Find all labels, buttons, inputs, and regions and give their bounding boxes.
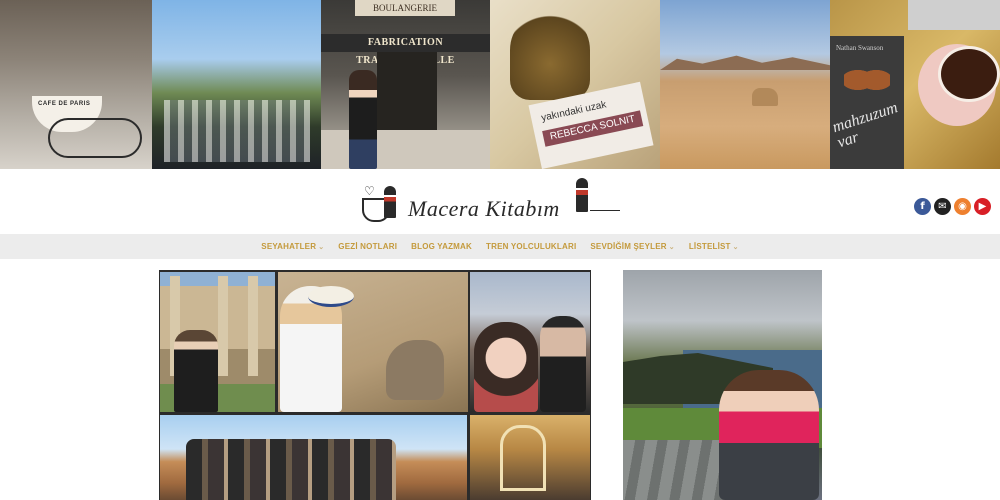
shop-pavement [321, 130, 490, 169]
kangaroo-figure [386, 340, 444, 400]
nav-item-tren-yolculuklari[interactable]: TREN YOLCULUKLARI [486, 242, 576, 251]
nav-label: SEYAHATLER [261, 242, 317, 251]
nav-label: GEZİ NOTLARI [338, 242, 398, 251]
cup-label: CAFE DE PARIS [38, 101, 91, 107]
mountain-range [660, 55, 830, 70]
girl-standing-icon [576, 178, 588, 212]
wings-illustration [844, 60, 890, 100]
youtube-icon[interactable]: ▶ [974, 198, 991, 215]
shop-door [377, 52, 437, 132]
shop-sign-top: BOULANGERIE [355, 0, 455, 16]
collage-photo-building[interactable] [470, 415, 590, 500]
nav-item-blog-yazmak[interactable]: BLOG YAZMAK [411, 242, 472, 251]
email-icon[interactable]: ✉ [934, 198, 951, 215]
collage-photo-selfie[interactable] [470, 272, 590, 412]
book-author: Nathan Swanson [836, 44, 884, 52]
header-photo-glasses [152, 0, 321, 169]
group-of-people [186, 439, 396, 500]
wine-glasses-image [164, 100, 310, 162]
nav-item-seyahatler[interactable]: SEYAHATLER ⌄ [261, 242, 324, 251]
header-photo-strip: CAFE DE PARIS BOULANGERIE FABRICATION TR… [0, 0, 1000, 169]
camel-figure [752, 88, 778, 106]
sidebar-photo-cliffs[interactable] [623, 270, 822, 500]
pillar [248, 276, 258, 376]
pillar [218, 276, 228, 376]
header-photo-boulangerie: BOULANGERIE FABRICATION TRADITIONNELLE [321, 0, 490, 169]
header-photo-cafe: CAFE DE PARIS [0, 0, 152, 169]
travel-photo-collage[interactable] [159, 270, 591, 500]
nav-label: BLOG YAZMAK [411, 242, 472, 251]
brass-ornament [510, 10, 590, 100]
nav-label: TREN YOLCULUKLARI [486, 242, 577, 251]
coffee-glass-image [938, 46, 1000, 102]
header-photo-book-solnit: yakındaki uzak REBECCA SOLNIT [490, 0, 660, 169]
nav-item-listelist[interactable]: LİSTELİST ⌄ [689, 242, 739, 251]
header-photo-book-coffee: Nathan Swanson mahzuzum var [830, 0, 1000, 169]
girl-reading-icon [384, 186, 396, 218]
chevron-down-icon: ⌄ [668, 243, 675, 251]
chevron-down-icon: ⌄ [732, 243, 739, 251]
nav-item-sevdigim-seyler[interactable]: SEVDİĞİM ŞEYLER ⌄ [590, 242, 674, 251]
nav-item-gezi-notlari[interactable]: GEZİ NOTLARI [338, 242, 397, 251]
social-links: f ✉ ◉ ▶ [914, 198, 991, 215]
rss-icon[interactable]: ◉ [954, 198, 971, 215]
nav-label: SEVDİĞİM ŞEYLER [590, 242, 667, 251]
logo-text: Macera Kitabım [408, 196, 560, 221]
hat-shape [308, 286, 354, 307]
woman-figure [349, 70, 377, 169]
shop-sign: FABRICATION TRADITIONNELLE [321, 34, 490, 66]
man-figure [174, 330, 218, 412]
book-cover: Nathan Swanson mahzuzum var [830, 36, 904, 169]
woman-figure [719, 370, 819, 500]
book-title: mahzuzum var [830, 99, 900, 152]
nav-label: LİSTELİST [688, 242, 731, 251]
facebook-icon[interactable]: f [914, 198, 931, 215]
arch-shape [500, 425, 546, 491]
man-face [540, 316, 586, 412]
collage-photo-group-desert[interactable] [160, 415, 467, 500]
site-logo[interactable]: ♡ Macera Kitabım [358, 178, 624, 226]
woman-face [474, 322, 538, 412]
tray-object [908, 0, 1000, 30]
header-photo-desert [660, 0, 830, 169]
main-nav: SEYAHATLER ⌄ GEZİ NOTLARI BLOG YAZMAK TRE… [0, 234, 1000, 259]
logo-underline [590, 210, 620, 211]
eyeglasses-image [48, 118, 142, 158]
collage-photo-kangaroo[interactable] [278, 272, 468, 412]
chevron-down-icon: ⌄ [318, 243, 325, 251]
heart-icon: ♡ [364, 184, 375, 198]
collage-photo-cloister[interactable] [160, 272, 275, 412]
